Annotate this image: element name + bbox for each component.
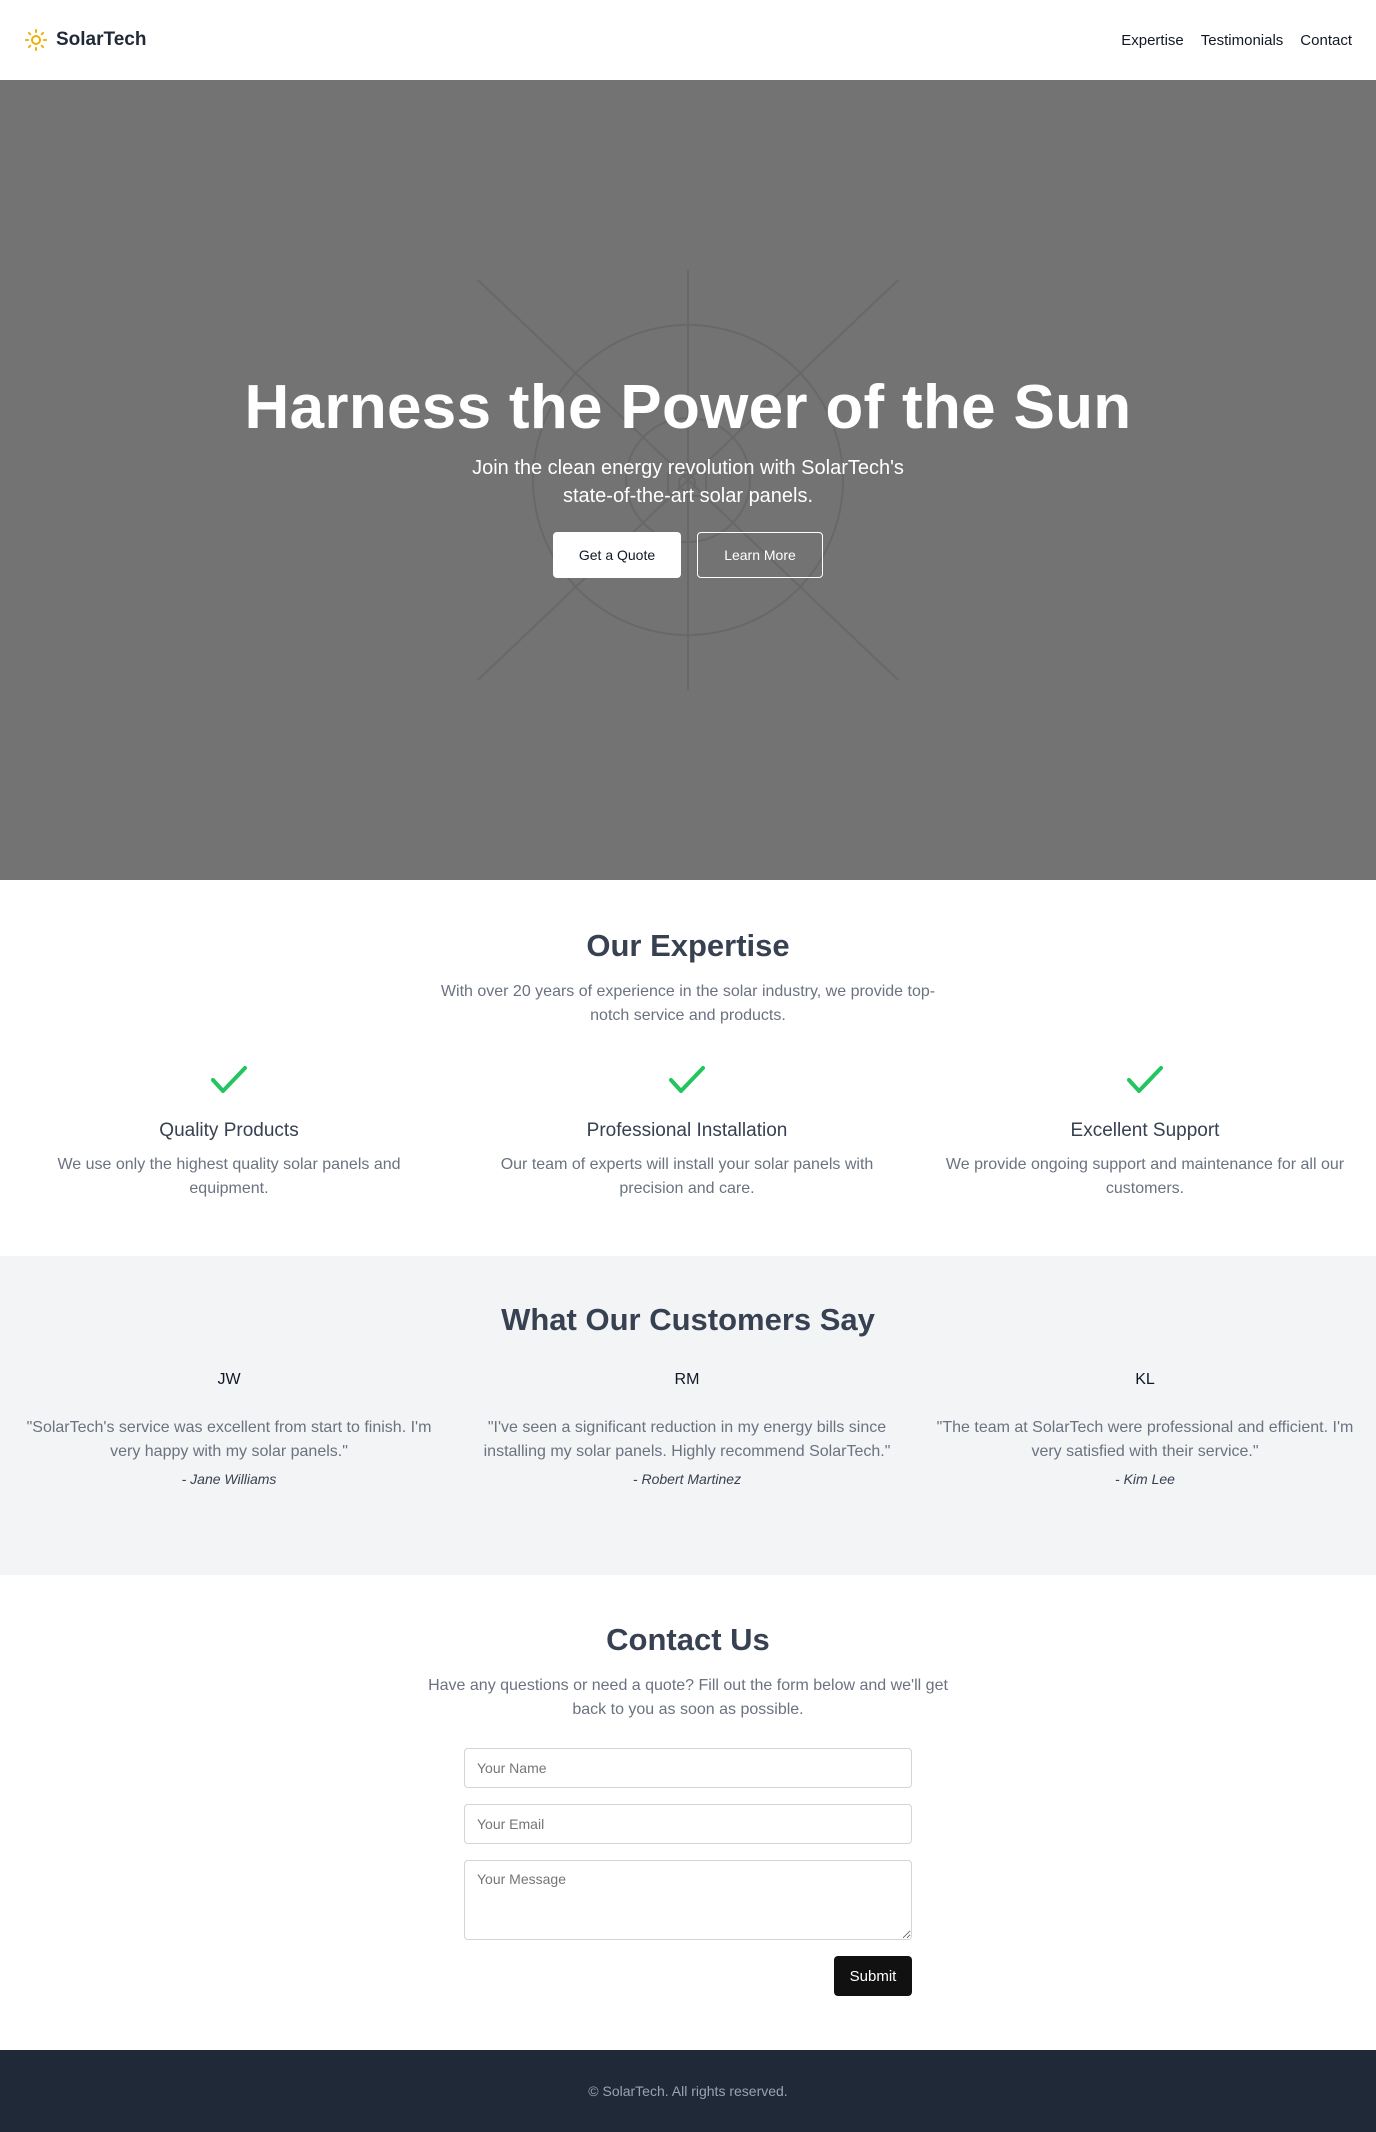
hero-subtitle: Join the clean energy revolution with So… <box>472 457 904 507</box>
testimonial-quote: "The team at SolarTech were professional… <box>936 1419 1354 1460</box>
testimonial-author: - Jane Williams <box>181 1471 277 1487</box>
brand[interactable]: SolarTech <box>24 28 146 52</box>
feature-card: Quality Products We use only the highest… <box>0 1064 458 1201</box>
site-header: SolarTech Expertise Testimonials Contact <box>0 0 1376 80</box>
brand-name: SolarTech <box>56 29 147 50</box>
testimonial-quote: "SolarTech's service was excellent from … <box>26 1419 432 1460</box>
check-icon <box>211 1066 247 1093</box>
feature-title: Excellent Support <box>1070 1120 1220 1141</box>
nav-link-testimonials[interactable]: Testimonials <box>1201 32 1284 49</box>
testimonial-card: RM "I've seen a significant reduction in… <box>458 1370 916 1488</box>
hero-buttons: Get a Quote Learn More <box>0 532 1376 578</box>
testimonials-title: What Our Customers Say <box>501 1302 875 1337</box>
check-icon <box>1127 1066 1163 1093</box>
testimonial-author: - Robert Martinez <box>632 1471 742 1487</box>
main-nav: Expertise Testimonials Contact <box>1121 32 1352 49</box>
testimonial-list: JW "SolarTech's service was excellent fr… <box>0 1370 1376 1488</box>
contact-description: Have any questions or need a quote? Fill… <box>428 1677 948 1718</box>
nav-link-expertise[interactable]: Expertise <box>1121 32 1184 49</box>
learn-more-button[interactable]: Learn More <box>697 532 823 578</box>
feature-list: Quality Products We use only the highest… <box>0 1064 1376 1201</box>
testimonial-quote: "I've seen a significant reduction in my… <box>483 1419 891 1460</box>
testimonial-author: - Kim Lee <box>1115 1471 1175 1487</box>
testimonials-section: What Our Customers Say JW "SolarTech's s… <box>0 1256 1376 1575</box>
sun-icon <box>25 29 47 51</box>
nav-link-contact[interactable]: Contact <box>1300 32 1352 49</box>
get-a-quote-button[interactable]: Get a Quote <box>553 532 681 578</box>
email-input[interactable] <box>464 1804 912 1844</box>
feature-card: Professional Installation Our team of ex… <box>458 1064 916 1201</box>
expertise-section: Our Expertise With over 20 years of expe… <box>0 880 1376 1256</box>
hero-content: Harness the Power of the Sun Join the cl… <box>0 372 1376 578</box>
check-icon <box>669 1066 705 1093</box>
contact-title: Contact Us <box>606 1622 770 1657</box>
submit-row: Submit <box>464 1956 912 1996</box>
message-textarea[interactable] <box>464 1860 912 1940</box>
feature-title: Quality Products <box>159 1120 299 1141</box>
copyright-text: © SolarTech. All rights reserved. <box>588 2083 788 2099</box>
expertise-description: With over 20 years of experience in the … <box>440 983 936 1024</box>
hero-section: Harness the Power of the Sun Join the cl… <box>0 80 1376 880</box>
feature-text: Our team of experts will install your so… <box>500 1156 874 1197</box>
site-footer: © SolarTech. All rights reserved. <box>0 2050 1376 2132</box>
testimonial-card: JW "SolarTech's service was excellent fr… <box>0 1370 458 1488</box>
testimonial-card: KL "The team at SolarTech were professio… <box>916 1370 1374 1488</box>
avatar-initials: KL <box>1135 1371 1155 1388</box>
avatar-initials: RM <box>674 1371 700 1388</box>
feature-title: Professional Installation <box>586 1120 788 1141</box>
avatar-initials: JW <box>217 1371 241 1388</box>
contact-form: Submit <box>464 1748 912 1996</box>
name-input[interactable] <box>464 1748 912 1788</box>
expertise-title: Our Expertise <box>586 928 790 963</box>
feature-text: We provide ongoing support and maintenan… <box>945 1156 1345 1197</box>
feature-card: Excellent Support We provide ongoing sup… <box>916 1064 1374 1201</box>
feature-text: We use only the highest quality solar pa… <box>57 1156 401 1197</box>
contact-section: Contact Us Have any questions or need a … <box>0 1575 1376 2050</box>
submit-button[interactable]: Submit <box>834 1956 912 1996</box>
hero-title: Harness the Power of the Sun <box>244 373 1132 442</box>
